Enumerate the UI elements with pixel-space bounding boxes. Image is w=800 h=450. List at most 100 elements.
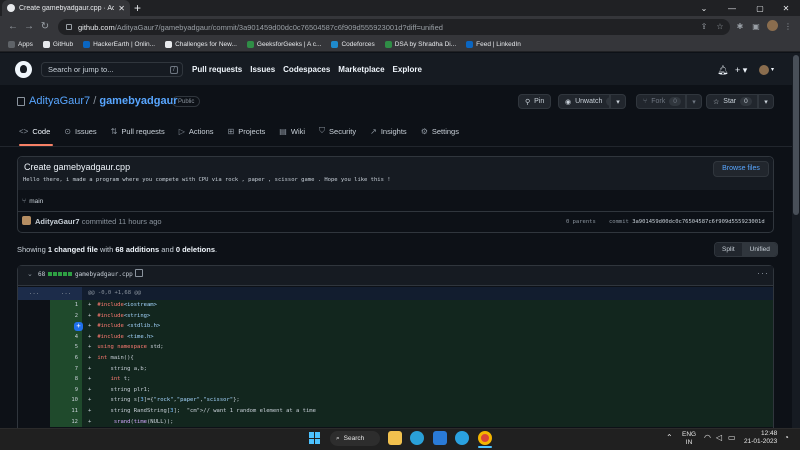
fork-dropdown-button[interactable]: ▾ (686, 94, 702, 109)
bookmark-item[interactable]: Apps (8, 41, 33, 48)
user-menu-caret-icon[interactable]: ▾ (771, 64, 774, 76)
tab-actions[interactable]: ▷ Actions (179, 126, 214, 136)
bookmark-item[interactable]: Feed | LinkedIn (466, 41, 521, 48)
nav-pull-requests[interactable]: Pull requests (192, 65, 242, 74)
tab-pull-requests[interactable]: ⇅ Pull requests (111, 126, 165, 136)
edge-icon[interactable] (410, 431, 424, 445)
browser-tab[interactable]: Create gamebyadgaur.cpp · Adit... ✕ (2, 0, 130, 16)
new-line-number[interactable]: 11 (50, 405, 82, 417)
copy-icon[interactable] (135, 269, 143, 277)
new-line-number[interactable]: 8 (50, 374, 82, 385)
tab-search-icon[interactable]: ⌄ (690, 0, 718, 16)
new-line-number[interactable]: 5 (50, 342, 82, 353)
chrome-menu-icon[interactable]: ⋮ (782, 20, 794, 34)
extensions-icon[interactable]: ✱ (734, 20, 746, 34)
close-window-icon[interactable]: ✕ (772, 0, 800, 16)
notifications-bell-icon[interactable]: 🔔︎ (717, 64, 728, 76)
tab-code[interactable]: <> Code (19, 126, 50, 136)
new-line-number[interactable]: 2 (50, 310, 82, 322)
address-bar[interactable]: github.com/AdityaGaur7/gamebyadgaur/comm… (58, 19, 730, 35)
back-icon[interactable]: ← (6, 19, 20, 35)
tray-chevron-icon[interactable]: ⌃ (666, 431, 673, 445)
star-button[interactable]: ☆ Star 0 (706, 94, 758, 109)
unwatch-button[interactable]: ◉ Unwatch 1 (558, 94, 618, 109)
bookmark-star-icon[interactable]: ☆ (714, 20, 726, 34)
shield-icon: ⛉ (319, 126, 326, 135)
split-view-button[interactable]: Split (715, 243, 743, 256)
author-link[interactable]: AdityaGaur7 (35, 217, 80, 226)
tab-insights[interactable]: ↗ Insights (370, 126, 407, 136)
reload-icon[interactable]: ↻ (38, 19, 52, 35)
file-explorer-icon[interactable] (388, 431, 402, 445)
tab-projects[interactable]: ⊞ Projects (228, 126, 266, 136)
new-line-number[interactable]: 10 (50, 395, 82, 406)
bookmark-item[interactable]: HackerEarth | Onlin... (83, 41, 155, 48)
notification-center-icon[interactable]: ◔ (784, 431, 789, 445)
kebab-menu-icon[interactable]: ··· (757, 268, 769, 278)
wifi-icon[interactable]: ◠ (704, 431, 711, 445)
nav-issues[interactable]: Issues (250, 65, 275, 74)
bookmark-item[interactable]: Codeforces (331, 41, 375, 48)
star-dropdown-button[interactable]: ▾ (758, 94, 774, 109)
author-avatar[interactable] (22, 216, 31, 225)
expand-up-icon[interactable]: ... (18, 287, 50, 300)
pin-button[interactable]: ⚲ Pin (518, 94, 552, 109)
changed-files-toggle[interactable]: 1 changed file (48, 245, 98, 254)
expand-down-icon[interactable]: ... (50, 287, 82, 300)
github-user-avatar[interactable] (759, 65, 769, 75)
profile-avatar[interactable] (767, 20, 778, 31)
sidebar-icon[interactable]: ▣ (750, 20, 762, 34)
new-line-number[interactable]: 12 (50, 416, 82, 428)
fork-button[interactable]: ⑂ Fork 0 (636, 94, 686, 109)
collapse-chevron-icon[interactable]: ⌄ (27, 270, 33, 278)
diff-line-code: + srand(time(NULL)); (82, 416, 773, 428)
nav-explore[interactable]: Explore (393, 65, 422, 74)
add-comment-icon[interactable]: + (74, 322, 83, 332)
github-search-input[interactable]: Search or jump to... / (41, 62, 183, 77)
nav-codespaces[interactable]: Codespaces (283, 65, 330, 74)
new-line-number[interactable]: 4 (50, 331, 82, 343)
github-logo-icon[interactable] (15, 61, 32, 78)
chrome-icon[interactable] (478, 431, 492, 445)
diffstat-bars (48, 272, 72, 276)
diff-line-code: + #include<string> (82, 310, 773, 322)
store-icon[interactable] (433, 431, 447, 445)
language-indicator[interactable]: ENG IN (682, 431, 696, 447)
windows-start-icon[interactable] (309, 432, 321, 444)
watch-dropdown-button[interactable]: ▾ (610, 94, 626, 109)
telegram-icon[interactable] (455, 431, 469, 445)
volume-icon[interactable]: ◁ (716, 431, 722, 445)
taskbar-search[interactable]: ⌕ Search (330, 431, 380, 446)
nav-marketplace[interactable]: Marketplace (338, 65, 384, 74)
repo-name-link[interactable]: gamebyadgaur (99, 95, 177, 107)
share-icon[interactable]: ⇪ (698, 20, 710, 34)
taskbar-clock[interactable]: 12:48 21-01-2023 (744, 430, 777, 446)
scrollbar-thumb[interactable] (793, 55, 799, 215)
close-tab-icon[interactable]: ✕ (118, 4, 125, 13)
tab-settings[interactable]: ⚙ Settings (421, 126, 459, 136)
tab-security[interactable]: ⛉ Security (319, 126, 356, 136)
new-line-number[interactable]: 7 (50, 363, 82, 375)
bookmark-item[interactable]: Challenges for New... (165, 41, 237, 48)
repo-owner-link[interactable]: AdityaGaur7 (29, 95, 90, 107)
tab-wiki[interactable]: ▤ Wiki (279, 126, 305, 136)
create-new-icon[interactable]: + ▾ (735, 64, 747, 76)
bookmark-item[interactable]: GeeksforGeeks | A c... (246, 41, 321, 48)
new-line-number[interactable]: 1 (50, 300, 82, 311)
file-name-link[interactable]: gamebyadgaur.cpp (75, 271, 133, 278)
maximize-icon[interactable]: ▢ (746, 0, 774, 16)
new-line-number[interactable]: 9 (50, 384, 82, 396)
bookmark-item[interactable]: GitHub (42, 41, 73, 48)
browse-files-button[interactable]: Browse files (713, 161, 769, 177)
new-tab-icon[interactable]: + (134, 1, 141, 15)
battery-icon[interactable]: ▭ (728, 431, 736, 445)
forward-icon[interactable]: → (22, 19, 36, 35)
commit-branch[interactable]: ⑂ main (22, 198, 43, 205)
tab-issues[interactable]: ⊙ Issues (64, 126, 96, 136)
chevron-down-icon: ▾ (616, 98, 620, 106)
minimize-icon[interactable]: — (718, 0, 746, 16)
selected-tab-indicator (19, 144, 53, 146)
unified-view-button[interactable]: Unified (742, 243, 777, 256)
new-line-number[interactable]: 6 (50, 352, 82, 364)
bookmark-item[interactable]: DSA by Shradha Di... (384, 41, 456, 48)
